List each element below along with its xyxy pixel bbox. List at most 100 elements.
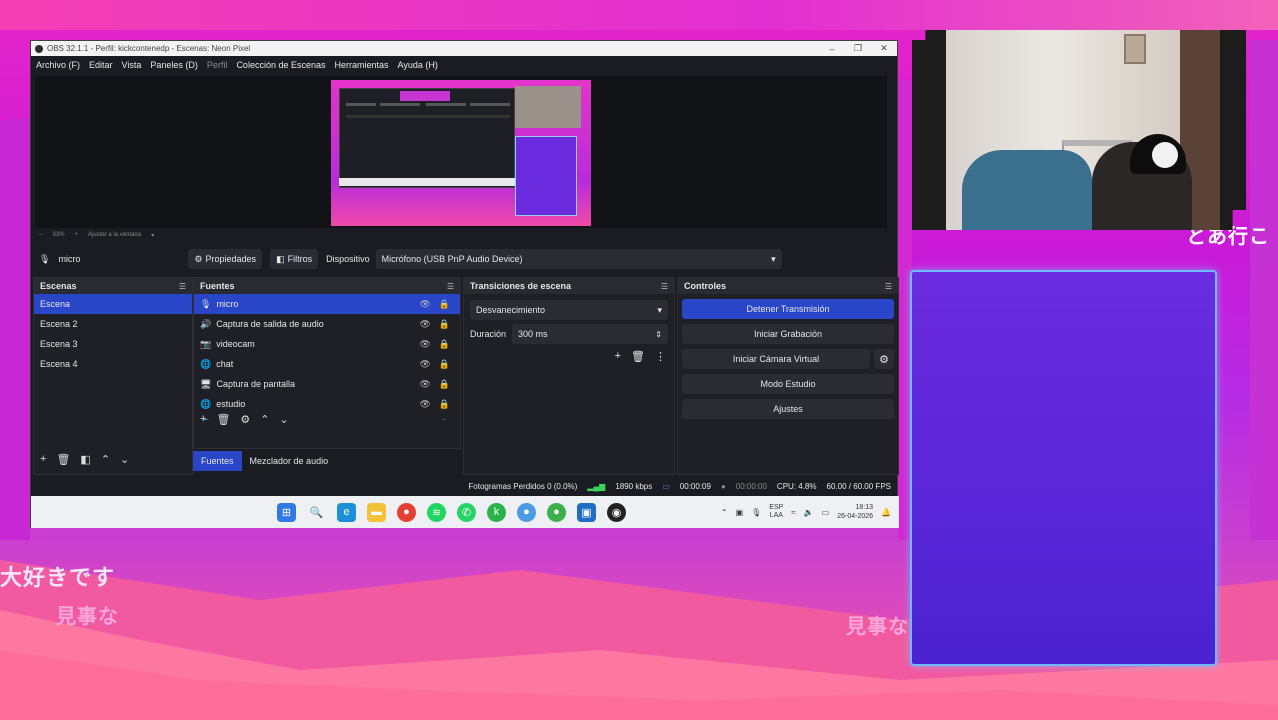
tab-fuentes[interactable]: Fuentes: [193, 451, 242, 471]
lock-icon[interactable]: 🔒: [439, 299, 450, 310]
start-recording-button[interactable]: Iniciar Grabación: [682, 324, 894, 344]
obs-logo-icon: [35, 44, 43, 53]
scene-item[interactable]: Escena: [34, 294, 192, 314]
source-item[interactable]: 🌐 chat 👁 🔒: [194, 354, 460, 374]
gear-icon[interactable]: ⚙: [240, 413, 250, 426]
close-button[interactable]: ✕: [871, 43, 897, 54]
eye-icon[interactable]: 👁: [419, 399, 430, 410]
properties-button[interactable]: ⚙ Propiedades: [188, 249, 263, 269]
source-item[interactable]: 🌐 estudio 👁 🔒: [194, 394, 460, 414]
filter-icon[interactable]: ◧: [80, 453, 90, 466]
source-item[interactable]: 🎙 micro 👁 🔒: [194, 294, 460, 314]
tab-mezclador-audio[interactable]: Mezclador de audio: [242, 451, 337, 471]
wifi-icon[interactable]: ≈: [791, 508, 795, 517]
chevron-down-icon[interactable]: ▾: [151, 232, 154, 239]
menu-archivo[interactable]: Archivo (F): [36, 60, 80, 70]
eye-icon[interactable]: 👁: [419, 339, 430, 350]
lock-icon[interactable]: 🔒: [439, 319, 450, 330]
add-icon[interactable]: +: [200, 413, 206, 426]
virtualcam-settings-button[interactable]: ⚙: [874, 349, 894, 369]
volume-icon[interactable]: 🔉: [804, 508, 814, 517]
add-icon[interactable]: +: [40, 453, 46, 466]
menu-ayuda[interactable]: Ayuda (H): [398, 60, 438, 70]
dock-menu-icon[interactable]: ☰: [179, 282, 186, 291]
chrome-icon[interactable]: ●: [397, 502, 416, 522]
spotify-icon[interactable]: ≋: [427, 502, 446, 522]
studio-mode-button[interactable]: Modo Estudio: [682, 374, 894, 394]
microphone-icon: 🎙: [39, 253, 51, 264]
clock[interactable]: 18:13 26-04-2026: [837, 503, 873, 521]
scene-label: Escena 2: [40, 319, 78, 329]
more-options-icon[interactable]: ⋮: [655, 350, 666, 363]
filters-button[interactable]: ◧ Filtros: [270, 249, 319, 269]
zoom-in-button[interactable]: +: [75, 232, 79, 238]
preview-image: [331, 80, 591, 226]
scene-item[interactable]: Escena 2: [34, 314, 192, 334]
dock-menu-icon[interactable]: ☰: [885, 282, 892, 291]
maximize-button[interactable]: ❐: [845, 43, 871, 54]
trash-icon[interactable]: 🗑: [216, 413, 230, 426]
sources-dock: Fuentes ☰ 🎙 micro 👁 🔒 🔊 Captura de salida d…: [193, 277, 461, 449]
zoom-out-button[interactable]: −: [39, 232, 43, 238]
chevron-up-icon[interactable]: ⌃: [260, 413, 269, 426]
lock-icon[interactable]: 🔒: [439, 399, 450, 410]
controls-title: Controles: [684, 281, 727, 291]
menu-herramientas[interactable]: Herramientas: [335, 60, 389, 70]
preview-canvas[interactable]: [35, 76, 887, 228]
lock-icon[interactable]: 🔒: [439, 419, 450, 421]
file-explorer-icon[interactable]: ▬: [367, 502, 386, 522]
lock-icon[interactable]: 🔒: [439, 379, 450, 390]
language-indicator[interactable]: ESP LAA: [769, 504, 783, 520]
chevron-down-icon[interactable]: ⌄: [120, 453, 129, 466]
menu-paneles[interactable]: Paneles (D): [150, 60, 198, 70]
battery-icon[interactable]: ▭: [822, 508, 830, 517]
menu-vista[interactable]: Vista: [122, 60, 142, 70]
obs-taskbar-icon[interactable]: ◉: [607, 502, 626, 522]
eye-icon[interactable]: 👁: [419, 299, 430, 310]
zoom-fit-select[interactable]: Ajustar a la ventana: [88, 232, 141, 238]
lock-icon[interactable]: 🔒: [439, 359, 450, 370]
stop-stream-button[interactable]: Detener Transmisión: [682, 299, 894, 319]
search-icon[interactable]: 🔍: [307, 503, 326, 522]
trash-icon[interactable]: 🗑: [56, 453, 70, 466]
menu-editar[interactable]: Editar: [89, 60, 113, 70]
chevron-up-icon[interactable]: ⌃: [721, 508, 728, 517]
stepper-arrows-icon[interactable]: ⇕: [655, 330, 662, 339]
windows-start-icon[interactable]: ⊞: [277, 502, 296, 522]
dock-menu-icon[interactable]: ☰: [447, 282, 454, 291]
menu-coleccion-escenas[interactable]: Colección de Escenas: [236, 60, 325, 70]
source-item[interactable]: 🔊 Captura de salida de audio 👁 🔒: [194, 314, 460, 334]
chrome-profile-icon[interactable]: ●: [517, 502, 536, 522]
eye-icon[interactable]: 👁: [419, 319, 430, 330]
duration-stepper[interactable]: 300 ms ⇕: [512, 324, 668, 344]
edge-icon[interactable]: e: [337, 502, 356, 522]
filters-label: Filtros: [287, 254, 313, 264]
eye-icon[interactable]: 👁: [419, 379, 430, 390]
add-icon[interactable]: +: [615, 350, 621, 363]
eye-icon[interactable]: 👁: [419, 419, 430, 421]
source-item[interactable]: 🖥 Captura de pantalla 👁 🔒: [194, 374, 460, 394]
lock-icon[interactable]: 🔒: [439, 339, 450, 350]
chrome-profile-2-icon[interactable]: ●: [547, 502, 566, 522]
scene-item[interactable]: Escena 4: [34, 354, 192, 374]
app-window-icon[interactable]: ▣: [577, 502, 596, 522]
microphone-icon[interactable]: 🎙: [751, 508, 761, 517]
settings-button[interactable]: Ajustes: [682, 399, 894, 419]
source-item[interactable]: 📷 videocam 👁 🔒: [194, 334, 460, 354]
eye-icon[interactable]: 👁: [419, 359, 430, 370]
device-select[interactable]: Micrófono (USB PnP Audio Device) ▾: [375, 249, 782, 269]
kick-icon[interactable]: k: [487, 502, 506, 522]
dock-menu-icon[interactable]: ☰: [661, 282, 668, 291]
transition-type-select[interactable]: Desvanecimiento ▾: [470, 300, 668, 320]
trash-icon[interactable]: 🗑: [631, 350, 645, 363]
tray-app-icon[interactable]: ▣: [736, 508, 744, 517]
whatsapp-icon[interactable]: ✆: [457, 502, 476, 522]
minimize-button[interactable]: –: [819, 44, 845, 54]
chevron-up-icon[interactable]: ⌃: [101, 453, 110, 466]
start-virtualcam-button[interactable]: Iniciar Cámara Virtual: [682, 349, 870, 369]
chevron-down-icon[interactable]: ⌄: [280, 413, 289, 426]
scene-item[interactable]: Escena 3: [34, 334, 192, 354]
notification-bell-icon[interactable]: 🔔: [881, 508, 891, 517]
sources-header: Fuentes ☰: [194, 278, 460, 294]
menu-perfil[interactable]: Perfil: [207, 60, 228, 70]
